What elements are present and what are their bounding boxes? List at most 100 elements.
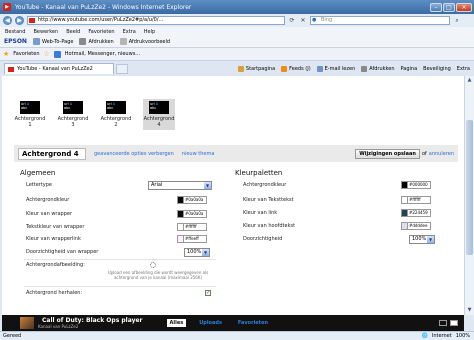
- bg-image-label: Achtergrondafbeelding:: [26, 262, 85, 268]
- upload-hint: Upload een afbeelding die wordt weergege…: [107, 270, 209, 280]
- palette-heading-field[interactable]: #ddddee: [401, 222, 431, 230]
- menu-bar: Bestand Bewerken Beeld Favorieten Extra …: [0, 27, 474, 36]
- search-icon[interactable]: ⌕: [453, 17, 461, 25]
- print-cmd-label: Afdrukken: [369, 65, 395, 72]
- print-button[interactable]: Afdrukken: [79, 38, 114, 45]
- background-thumbnails: url Aabc Achtergrond 1 url Aabc Achtergr…: [14, 99, 175, 130]
- theme-name-input[interactable]: Achtergrond 4: [18, 147, 86, 160]
- save-changes-button[interactable]: Wijzigingen opslaan: [355, 148, 420, 159]
- color-swatch: [178, 211, 184, 217]
- tab-all[interactable]: Alles: [166, 319, 187, 327]
- scroll-up-icon[interactable]: ▲: [466, 77, 473, 84]
- favorites-bar: ★ Favorieten ☆ Hotmail, Messenger, nieuw…: [0, 48, 474, 61]
- wrapper-color-field[interactable]: #0a0a0a: [177, 210, 207, 218]
- loading-spinner-icon: [150, 262, 156, 268]
- mail-icon: [316, 65, 323, 72]
- maximize-button[interactable]: □: [443, 2, 455, 12]
- bg-color-field[interactable]: #0a0a0a: [177, 196, 207, 204]
- safety-menu-label: Beveiliging: [423, 65, 451, 72]
- menu-item-bestand[interactable]: Bestand: [5, 29, 25, 35]
- background-option-1[interactable]: url Aabc Achtergrond 1: [14, 101, 46, 130]
- favorites-star-icon[interactable]: ★: [3, 50, 9, 58]
- wrapper-text-label: Tekstkleur van wrapper: [26, 224, 85, 230]
- cancel-link[interactable]: annuleren: [429, 151, 454, 157]
- menu-item-extra[interactable]: Extra: [123, 29, 136, 35]
- background-option-3[interactable]: url Aabc Achtergrond 3: [57, 101, 89, 130]
- tools-menu[interactable]: Extra: [457, 66, 470, 72]
- palette-bg-field[interactable]: #000000: [401, 181, 431, 189]
- player-grid-icon[interactable]: [450, 320, 458, 326]
- tab-uploads[interactable]: Uploads: [196, 319, 225, 327]
- favorite-link-hotmail[interactable]: Hotmail, Messenger, nieuws...: [65, 51, 140, 57]
- palette-link-field[interactable]: #224459: [401, 209, 431, 217]
- print-label: Afdrukken: [88, 38, 114, 45]
- forward-button[interactable]: ▶: [15, 16, 24, 25]
- player-view-icon[interactable]: [439, 320, 447, 326]
- player-subtitle[interactable]: Kanaal van PuLzZe2: [38, 324, 143, 329]
- close-button[interactable]: ×: [456, 2, 472, 12]
- menu-item-beeld[interactable]: Beeld: [66, 29, 80, 35]
- internet-zone-icon: 🌐: [421, 333, 428, 339]
- background-option-2[interactable]: url Aabc Achtergrond 2: [100, 101, 132, 130]
- search-input[interactable]: ● Bing: [310, 16, 450, 25]
- scroll-down-icon[interactable]: ▼: [466, 307, 473, 314]
- new-theme-link[interactable]: nieuw thema: [182, 151, 215, 157]
- font-label: Lettertype: [26, 182, 52, 188]
- address-bar: ◀ ▶ http://www.youtube.com/user/PuLzZe2#…: [0, 14, 474, 27]
- wrapper-text-value: #ffffff: [185, 224, 197, 229]
- favorites-button[interactable]: Favorieten: [13, 51, 39, 57]
- palette-text-field[interactable]: #ffffff: [401, 196, 431, 204]
- vertical-scrollbar[interactable]: ▲ ▼: [464, 76, 474, 315]
- zoom-level[interactable]: 100%: [456, 333, 470, 339]
- chevron-down-icon: ▼: [204, 182, 211, 189]
- font-select[interactable]: Arial ▼: [148, 181, 212, 190]
- tab-favorites[interactable]: Favorieten: [235, 319, 271, 327]
- palette-opacity-select[interactable]: 100% ▼: [409, 235, 435, 244]
- feeds-button[interactable]: Feeds (J): [281, 65, 311, 72]
- menu-item-bewerken[interactable]: Bewerken: [33, 29, 58, 35]
- print-preview-button[interactable]: Afdrukvoorbeeld: [119, 38, 170, 45]
- home-icon: [237, 65, 244, 72]
- background-label: Achtergrond 4: [143, 116, 175, 128]
- background-option-4[interactable]: url Aabc Achtergrond 4: [143, 99, 175, 130]
- menu-item-help[interactable]: Help: [144, 29, 155, 35]
- page-menu[interactable]: Pagina: [401, 66, 418, 72]
- minimize-button[interactable]: –: [430, 2, 442, 12]
- address-input[interactable]: http://www.youtube.com/user/PuLzZe2#p/a/…: [27, 16, 285, 25]
- wrapper-color-label: Kleur van wrapper: [26, 211, 73, 217]
- safety-menu[interactable]: Beveiliging: [423, 66, 451, 72]
- palette-bg-label: Achtergrondkleur: [243, 182, 287, 188]
- palettes-section-title: Kleurpaletten: [235, 169, 283, 177]
- bg-color-value: #0a0a0a: [185, 197, 204, 202]
- scrollbar-thumb[interactable]: [466, 120, 473, 255]
- menu-item-favorieten[interactable]: Favorieten: [88, 29, 114, 35]
- read-mail-button[interactable]: E-mail lezen: [316, 65, 356, 72]
- wrapper-text-field[interactable]: #ffffff: [177, 223, 207, 231]
- new-tab-button[interactable]: [116, 63, 128, 74]
- hide-advanced-link[interactable]: geavanceerde opties verbergen: [94, 151, 174, 157]
- rss-icon: [281, 65, 288, 72]
- web-to-page-label: Web-To-Page: [41, 38, 74, 45]
- back-button[interactable]: ◀: [3, 16, 12, 25]
- tab-label: YouTube - Kanaal van PuLzZe2: [17, 66, 93, 72]
- palette-link-label: Kleur van link: [243, 210, 278, 216]
- add-favorite-icon[interactable]: ☆: [44, 50, 50, 58]
- web-to-page-button[interactable]: Web-To-Page: [32, 38, 74, 45]
- stop-icon[interactable]: ✕: [299, 17, 307, 25]
- color-swatch: [402, 223, 408, 229]
- video-thumbnail[interactable]: [20, 317, 34, 329]
- home-button[interactable]: Startpagina: [237, 65, 275, 72]
- print-cmd-button[interactable]: Afdrukken: [361, 65, 395, 72]
- refresh-icon[interactable]: ⟳: [288, 17, 296, 25]
- youtube-icon: ▶: [3, 3, 11, 11]
- window-titlebar: ▶ YouTube - Kanaal van PuLzZe2 - Windows…: [0, 0, 474, 14]
- repeat-checkbox[interactable]: ✓: [205, 290, 211, 296]
- page-menu-label: Pagina: [400, 65, 418, 72]
- wrapper-link-field[interactable]: #ffeeff: [177, 235, 207, 243]
- read-mail-label: E-mail lezen: [324, 65, 356, 72]
- wrapper-opacity-select[interactable]: 100% ▼: [184, 248, 210, 257]
- wrapper-link-label: Kleur van wrapperlink: [26, 236, 81, 242]
- browser-tab[interactable]: YouTube - Kanaal van PuLzZe2: [4, 63, 114, 74]
- font-value: Arial: [151, 182, 163, 188]
- divider: [24, 259, 216, 260]
